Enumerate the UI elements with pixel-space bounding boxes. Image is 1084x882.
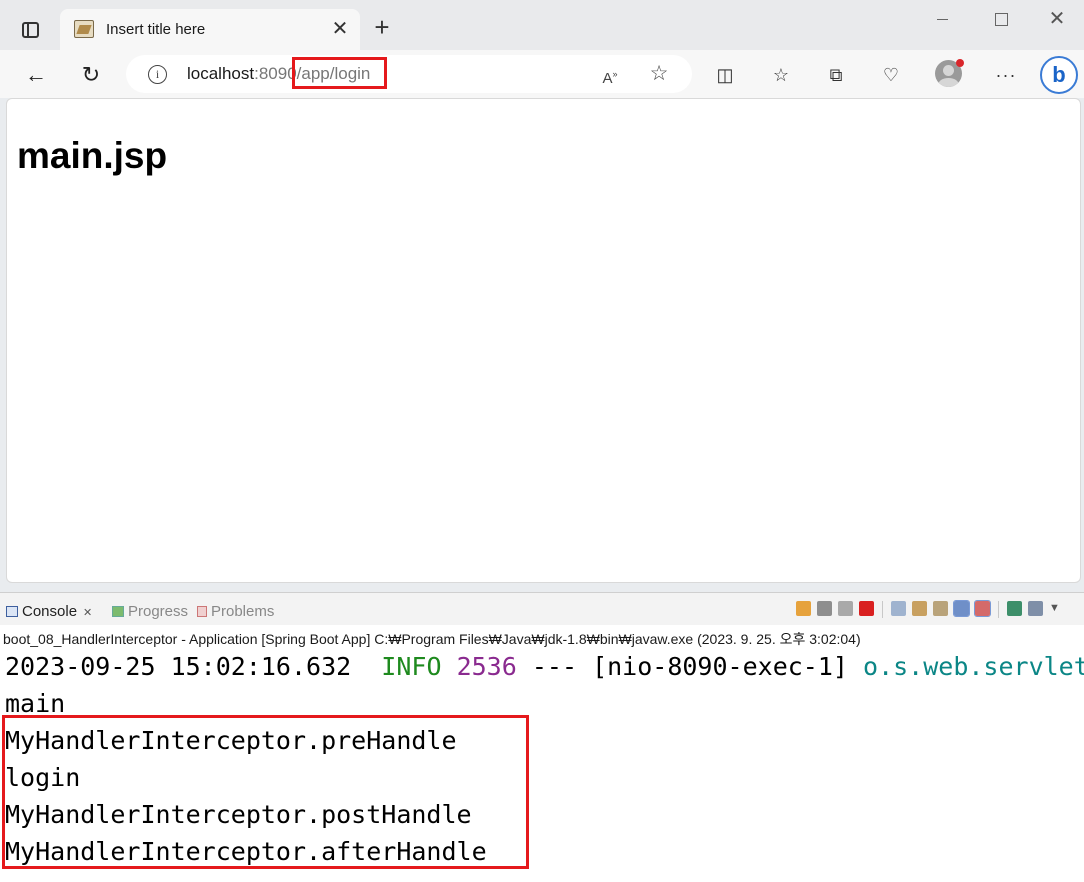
interceptor-output-highlight: [2, 715, 529, 869]
tab-strip: Insert title here ✕ + ✕: [0, 0, 1084, 50]
pin-console-icon[interactable]: [1007, 601, 1022, 616]
show-on-stderr-icon[interactable]: [974, 600, 991, 617]
launch-info: boot_08_HandlerInterceptor - Application…: [3, 631, 861, 647]
log-level: INFO: [381, 652, 442, 681]
back-button[interactable]: ←: [20, 59, 52, 91]
url-host: localhost: [187, 64, 255, 83]
log-thread: [nio-8090-exec-1]: [592, 652, 848, 681]
more-icon[interactable]: ···: [993, 62, 1019, 88]
close-icon[interactable]: ✕: [83, 607, 92, 619]
favorites-icon[interactable]: ☆: [768, 62, 794, 88]
page-title: main.jsp: [17, 135, 168, 176]
tab-progress[interactable]: Progress: [112, 603, 188, 620]
tab-problems[interactable]: Problems: [197, 603, 274, 620]
url-path-highlight: [292, 57, 387, 89]
console-toolbar: ▼: [796, 600, 1064, 619]
tab-actions-icon[interactable]: [12, 14, 48, 46]
log-separator: ---: [531, 652, 578, 681]
word-wrap-icon[interactable]: [933, 601, 948, 616]
scroll-lock-icon[interactable]: [912, 601, 927, 616]
log-line: 2023-09-25 15:02:16.632 INFO 2536 --- [n…: [5, 648, 1084, 685]
page-viewport: main.jsp: [6, 98, 1081, 583]
problems-icon: [197, 606, 207, 617]
bing-icon[interactable]: b: [1040, 56, 1078, 94]
notification-dot: [956, 59, 964, 67]
show-on-stdout-icon[interactable]: [953, 600, 970, 617]
browser-tab[interactable]: Insert title here ✕: [60, 9, 360, 50]
collections-icon[interactable]: ⧉: [823, 62, 849, 88]
console-tab-bar: Console ✕ Progress Problems ▼: [0, 592, 1084, 625]
browser-window: Insert title here ✕ + ✕ ← ↻ i localhost:…: [0, 0, 1084, 592]
link-icon[interactable]: [796, 601, 811, 616]
remove-launch-icon[interactable]: [817, 601, 832, 616]
maximize-button[interactable]: [980, 6, 1020, 32]
tab-console-label: Console: [22, 603, 78, 620]
heart-pulse-icon[interactable]: ♡: [878, 62, 904, 88]
tab-title: Insert title here: [106, 21, 206, 38]
site-info-icon[interactable]: i: [148, 65, 167, 84]
url-port: :8090: [254, 64, 297, 83]
window-close-icon[interactable]: ✕: [1037, 6, 1077, 32]
tomcat-favicon-icon: [74, 20, 94, 38]
minimize-button[interactable]: [922, 6, 962, 32]
read-aloud-icon[interactable]: A»: [598, 62, 622, 87]
tab-progress-label: Progress: [128, 603, 189, 620]
log-pid: 2536: [456, 652, 517, 681]
remove-all-icon[interactable]: [838, 601, 853, 616]
console-icon: [6, 606, 18, 617]
log-logger: o.s.web.servlet.DispatcherServlet: [863, 652, 1084, 681]
clear-console-icon[interactable]: [891, 601, 906, 616]
star-icon[interactable]: ☆: [647, 62, 671, 86]
split-screen-icon[interactable]: ◫: [712, 62, 738, 88]
tab-console[interactable]: Console ✕: [6, 603, 92, 620]
reload-button[interactable]: ↻: [75, 59, 107, 91]
log-timestamp: 2023-09-25 15:02:16.632: [5, 652, 352, 681]
tab-problems-label: Problems: [211, 603, 275, 620]
terminate-icon[interactable]: [859, 601, 874, 616]
tab-close-icon[interactable]: ✕: [328, 17, 352, 41]
new-tab-button[interactable]: +: [368, 13, 396, 41]
chevron-down-icon[interactable]: ▼: [1049, 601, 1064, 616]
display-console-icon[interactable]: [1028, 601, 1043, 616]
progress-icon: [112, 606, 124, 617]
